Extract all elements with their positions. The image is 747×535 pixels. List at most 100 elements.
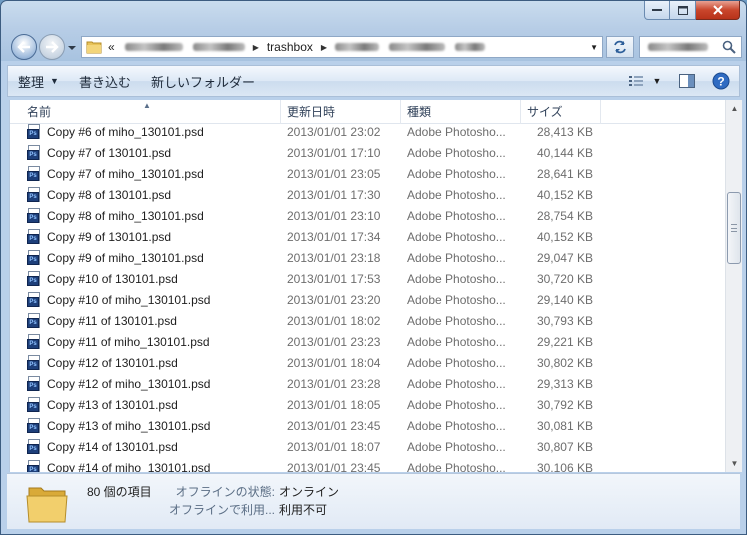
file-name: Copy #13 of 130101.psd xyxy=(47,397,178,412)
file-date: 2013/01/01 17:10 xyxy=(287,145,381,160)
file-row[interactable]: Ps Copy #8 of miho_130101.psd 2013/01/01 2… xyxy=(10,205,725,226)
file-row[interactable]: Ps Copy #14 of 130101.psd 2013/01/01 18:07… xyxy=(10,436,725,457)
burn-button[interactable]: 書き込む xyxy=(69,66,141,96)
maximize-button[interactable] xyxy=(670,1,696,20)
file-type: Adobe Photosho... xyxy=(407,166,506,181)
column-header-type-label: 種類 xyxy=(407,105,432,119)
address-dropdown-icon[interactable]: ▼ xyxy=(590,43,598,52)
scroll-down-button[interactable]: ▼ xyxy=(726,455,743,472)
organize-menu-button[interactable]: 整理 ▼ xyxy=(8,66,69,96)
file-row[interactable]: Ps Copy #10 of 130101.psd 2013/01/01 17:53… xyxy=(10,268,725,289)
breadcrumb-item-blurred[interactable] xyxy=(389,43,446,51)
file-name-cell: Ps Copy #10 of miho_130101.psd xyxy=(10,291,281,308)
file-row[interactable]: Ps Copy #6 of miho_130101.psd 2013/01/01 2… xyxy=(10,121,725,142)
minimize-button[interactable] xyxy=(644,1,670,20)
file-type: Adobe Photosho... xyxy=(407,439,506,454)
breadcrumb-separator-icon[interactable]: ▶ xyxy=(253,43,259,52)
file-size: 29,047 KB xyxy=(536,250,593,265)
file-name-cell: Ps Copy #14 of miho_130101.psd xyxy=(10,459,281,473)
column-header-type[interactable]: 種類 xyxy=(401,100,521,124)
details-pane: 80 個の項目 オフラインの状態: オンライン オフラインで利用... 利用不可 xyxy=(7,473,740,529)
file-size: 40,144 KB xyxy=(536,145,593,160)
file-date: 2013/01/01 23:18 xyxy=(287,250,381,265)
refresh-button[interactable] xyxy=(606,36,634,58)
breadcrumb-item-blurred[interactable] xyxy=(124,43,183,51)
breadcrumb-overflow[interactable]: « xyxy=(108,40,115,54)
breadcrumb-separator-icon[interactable]: ▶ xyxy=(321,43,327,52)
file-type: Adobe Photosho... xyxy=(407,187,506,202)
file-date: 2013/01/01 23:10 xyxy=(287,208,381,223)
file-row[interactable]: Ps Copy #13 of miho_130101.psd 2013/01/01 … xyxy=(10,415,725,436)
offline-status-label: オフラインの状態: xyxy=(175,485,275,499)
file-row[interactable]: Ps Copy #11 of 130101.psd 2013/01/01 18:02… xyxy=(10,310,725,331)
column-header-size[interactable]: サイズ xyxy=(521,100,601,124)
new-folder-label: 新しいフォルダー xyxy=(150,74,255,90)
file-row[interactable]: Ps Copy #9 of miho_130101.psd 2013/01/01 2… xyxy=(10,247,725,268)
breadcrumb: « ▶ trashbox ▶ xyxy=(108,40,486,54)
file-type: Adobe Photosho... xyxy=(407,271,506,286)
file-type: Adobe Photosho... xyxy=(407,124,506,139)
file-row[interactable]: Ps Copy #10 of miho_130101.psd 2013/01/01 … xyxy=(10,289,725,310)
photoshop-file-icon: Ps xyxy=(27,354,43,371)
recent-pages-dropdown[interactable] xyxy=(67,42,77,52)
file-name: Copy #9 of 130101.psd xyxy=(47,229,172,244)
column-header-name[interactable]: ▲ 名前 xyxy=(10,100,281,124)
help-button[interactable]: ? xyxy=(709,70,733,92)
file-date: 2013/01/01 23:45 xyxy=(287,418,381,433)
new-folder-button[interactable]: 新しいフォルダー xyxy=(141,66,265,96)
file-row[interactable]: Ps Copy #11 of miho_130101.psd 2013/01/01 … xyxy=(10,331,725,352)
file-row[interactable]: Ps Copy #8 of 130101.psd 2013/01/01 17:30 A… xyxy=(10,184,725,205)
file-row[interactable]: Ps Copy #7 of miho_130101.psd 2013/01/01 2… xyxy=(10,163,725,184)
scrollbar-thumb[interactable] xyxy=(727,192,741,264)
address-bar[interactable]: « ▶ trashbox ▶ ▼ xyxy=(81,36,603,58)
vertical-scrollbar[interactable]: ▲ ▼ xyxy=(725,100,742,472)
file-name: Copy #14 of 130101.psd xyxy=(47,439,178,454)
preview-pane-icon xyxy=(679,74,695,88)
file-size: 30,106 KB xyxy=(536,460,593,473)
photoshop-file-icon: Ps xyxy=(27,228,43,245)
offline-availability-label: オフラインで利用... xyxy=(168,503,275,517)
file-name: Copy #11 of miho_130101.psd xyxy=(47,334,210,349)
photoshop-file-icon: Ps xyxy=(27,396,43,413)
file-row[interactable]: Ps Copy #9 of 130101.psd 2013/01/01 17:34 A… xyxy=(10,226,725,247)
column-header-date[interactable]: 更新日時 xyxy=(281,100,401,124)
file-name-cell: Ps Copy #7 of miho_130101.psd xyxy=(10,165,281,182)
file-row[interactable]: Ps Copy #12 of miho_130101.psd 2013/01/01 … xyxy=(10,373,725,394)
file-name: Copy #9 of miho_130101.psd xyxy=(47,250,204,265)
file-name: Copy #13 of miho_130101.psd xyxy=(47,418,211,433)
back-button[interactable] xyxy=(11,34,37,60)
breadcrumb-item-blurred[interactable] xyxy=(455,43,486,51)
file-name: Copy #14 of miho_130101.psd xyxy=(47,460,211,473)
file-name-cell: Ps Copy #12 of 130101.psd xyxy=(10,354,281,371)
breadcrumb-item-blurred[interactable] xyxy=(335,43,380,51)
file-type: Adobe Photosho... xyxy=(407,208,506,223)
file-date: 2013/01/01 17:53 xyxy=(287,271,381,286)
offline-availability-value: 利用不可 xyxy=(279,503,328,517)
breadcrumb-item-trashbox[interactable]: trashbox xyxy=(267,40,313,54)
item-count: 80 個の項目 xyxy=(87,485,152,499)
photoshop-file-icon: Ps xyxy=(27,186,43,203)
file-date: 2013/01/01 23:45 xyxy=(287,460,381,473)
file-name-cell: Ps Copy #9 of miho_130101.psd xyxy=(10,249,281,266)
file-row[interactable]: Ps Copy #12 of 130101.psd 2013/01/01 18:04… xyxy=(10,352,725,373)
breadcrumb-item-blurred[interactable] xyxy=(192,43,245,51)
close-button[interactable] xyxy=(696,1,740,20)
file-date: 2013/01/01 18:02 xyxy=(287,313,381,328)
file-type: Adobe Photosho... xyxy=(407,145,506,160)
file-date: 2013/01/01 18:07 xyxy=(287,439,381,454)
search-icon[interactable] xyxy=(722,40,736,54)
file-row[interactable]: Ps Copy #13 of 130101.psd 2013/01/01 18:05… xyxy=(10,394,725,415)
file-row[interactable]: Ps Copy #7 of 130101.psd 2013/01/01 17:10 A… xyxy=(10,142,725,163)
folder-icon xyxy=(86,41,102,54)
view-options-button[interactable]: ▼ xyxy=(625,70,665,92)
forward-button[interactable] xyxy=(39,34,65,60)
file-row[interactable]: Ps Copy #14 of miho_130101.psd 2013/01/01 … xyxy=(10,457,725,472)
file-list[interactable]: ▲ 名前 更新日時 種類 サイズ Ps Copy #6 of miho_13010… xyxy=(9,100,725,472)
search-box[interactable] xyxy=(639,36,742,58)
preview-pane-button[interactable] xyxy=(675,70,699,92)
command-bar: 整理 ▼ 書き込む 新しいフォルダー ▼ ? xyxy=(7,65,740,97)
scroll-up-button[interactable]: ▲ xyxy=(726,100,743,117)
file-size: 30,792 KB xyxy=(536,397,593,412)
maximize-icon xyxy=(677,5,688,15)
file-size: 28,641 KB xyxy=(536,166,593,181)
